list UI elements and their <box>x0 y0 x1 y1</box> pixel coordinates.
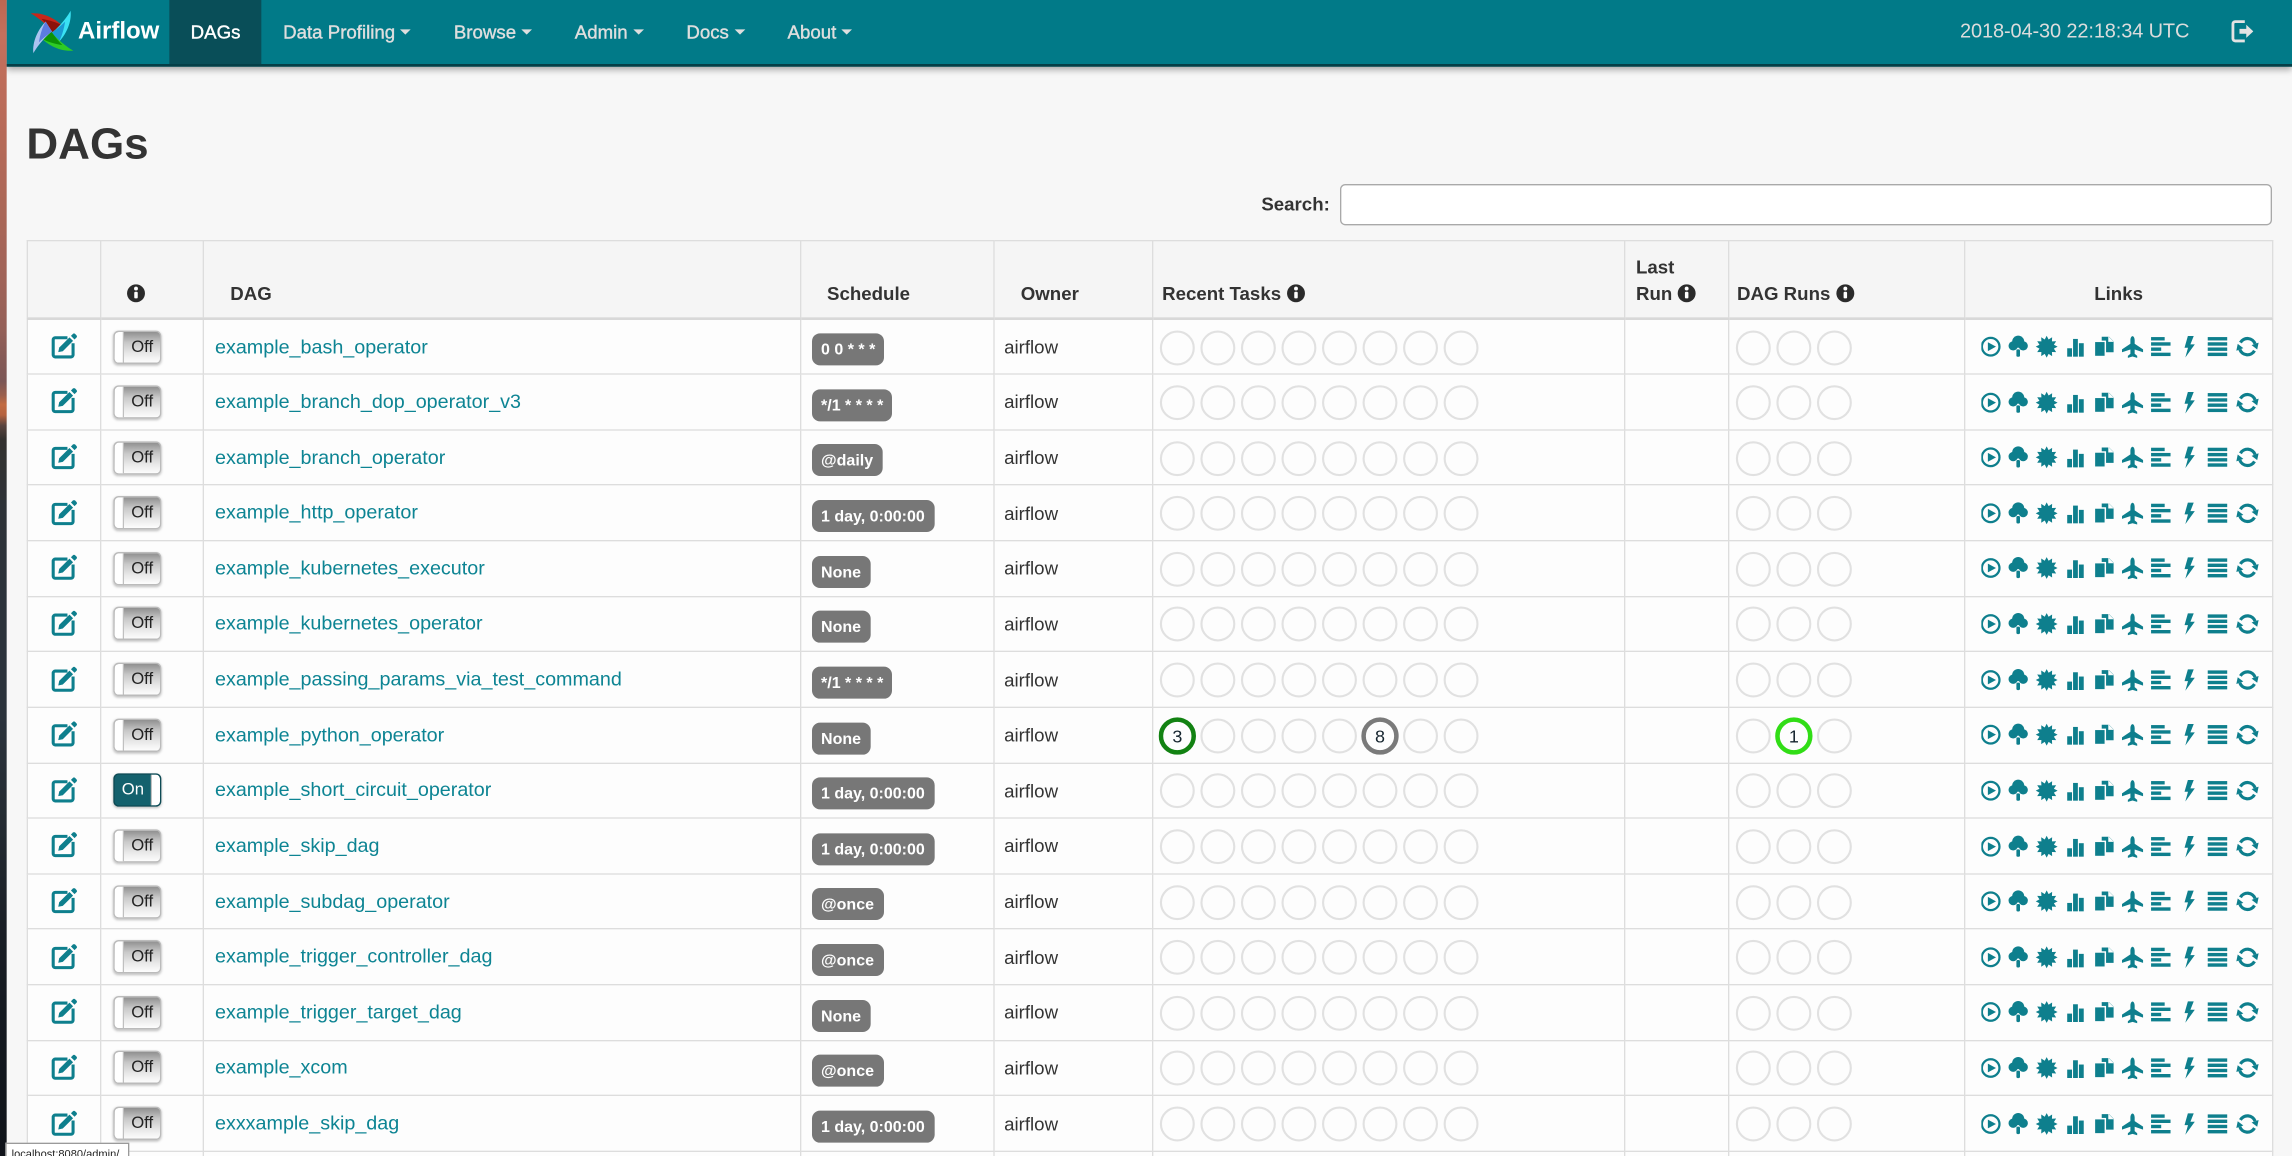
svg-text:1: 1 <box>1789 726 1799 746</box>
svg-text:3: 3 <box>1172 726 1182 746</box>
svg-text:8: 8 <box>1374 726 1384 746</box>
